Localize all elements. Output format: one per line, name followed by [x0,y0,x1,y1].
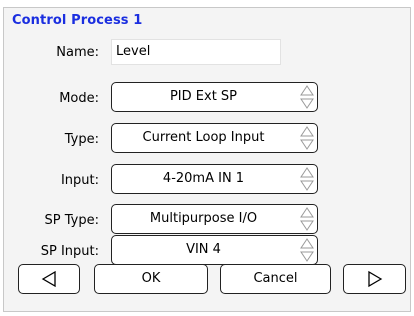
cancel-button[interactable]: Cancel [220,264,331,294]
control-process-dialog: Control Process 1 Name: Level Mode: PID … [3,7,411,312]
name-field[interactable]: Level [111,39,281,65]
triangle-right-icon [367,270,382,288]
input-value: 4-20mA IN 1 [162,171,245,186]
name-label: Name: [56,45,99,60]
sp-type-label: SP Type: [44,213,99,228]
up-down-spinner-icon[interactable] [300,238,314,262]
sp-input-select[interactable]: VIN 4 [111,235,318,265]
mode-select[interactable]: PID Ext SP [111,82,318,112]
sp-type-value: Multipurpose I/O [149,211,258,226]
sp-input-label: SP Input: [40,244,99,259]
up-down-spinner-icon[interactable] [300,167,314,191]
previous-button[interactable] [18,264,80,294]
sp-input-value: VIN 4 [186,242,221,257]
sp-type-select[interactable]: Multipurpose I/O [111,204,318,234]
mode-value: PID Ext SP [169,89,238,104]
type-select[interactable]: Current Loop Input [111,123,318,153]
dialog-title: Control Process 1 [12,13,143,28]
up-down-spinner-icon[interactable] [300,126,314,150]
ok-button[interactable]: OK [94,264,208,294]
up-down-spinner-icon[interactable] [300,85,314,109]
type-value: Current Loop Input [142,130,265,145]
next-button[interactable] [343,264,406,294]
up-down-spinner-icon[interactable] [300,207,314,231]
mode-label: Mode: [59,91,99,106]
triangle-left-icon [41,270,56,288]
input-select[interactable]: 4-20mA IN 1 [111,164,318,194]
input-label: Input: [60,173,99,188]
type-label: Type: [64,132,99,147]
